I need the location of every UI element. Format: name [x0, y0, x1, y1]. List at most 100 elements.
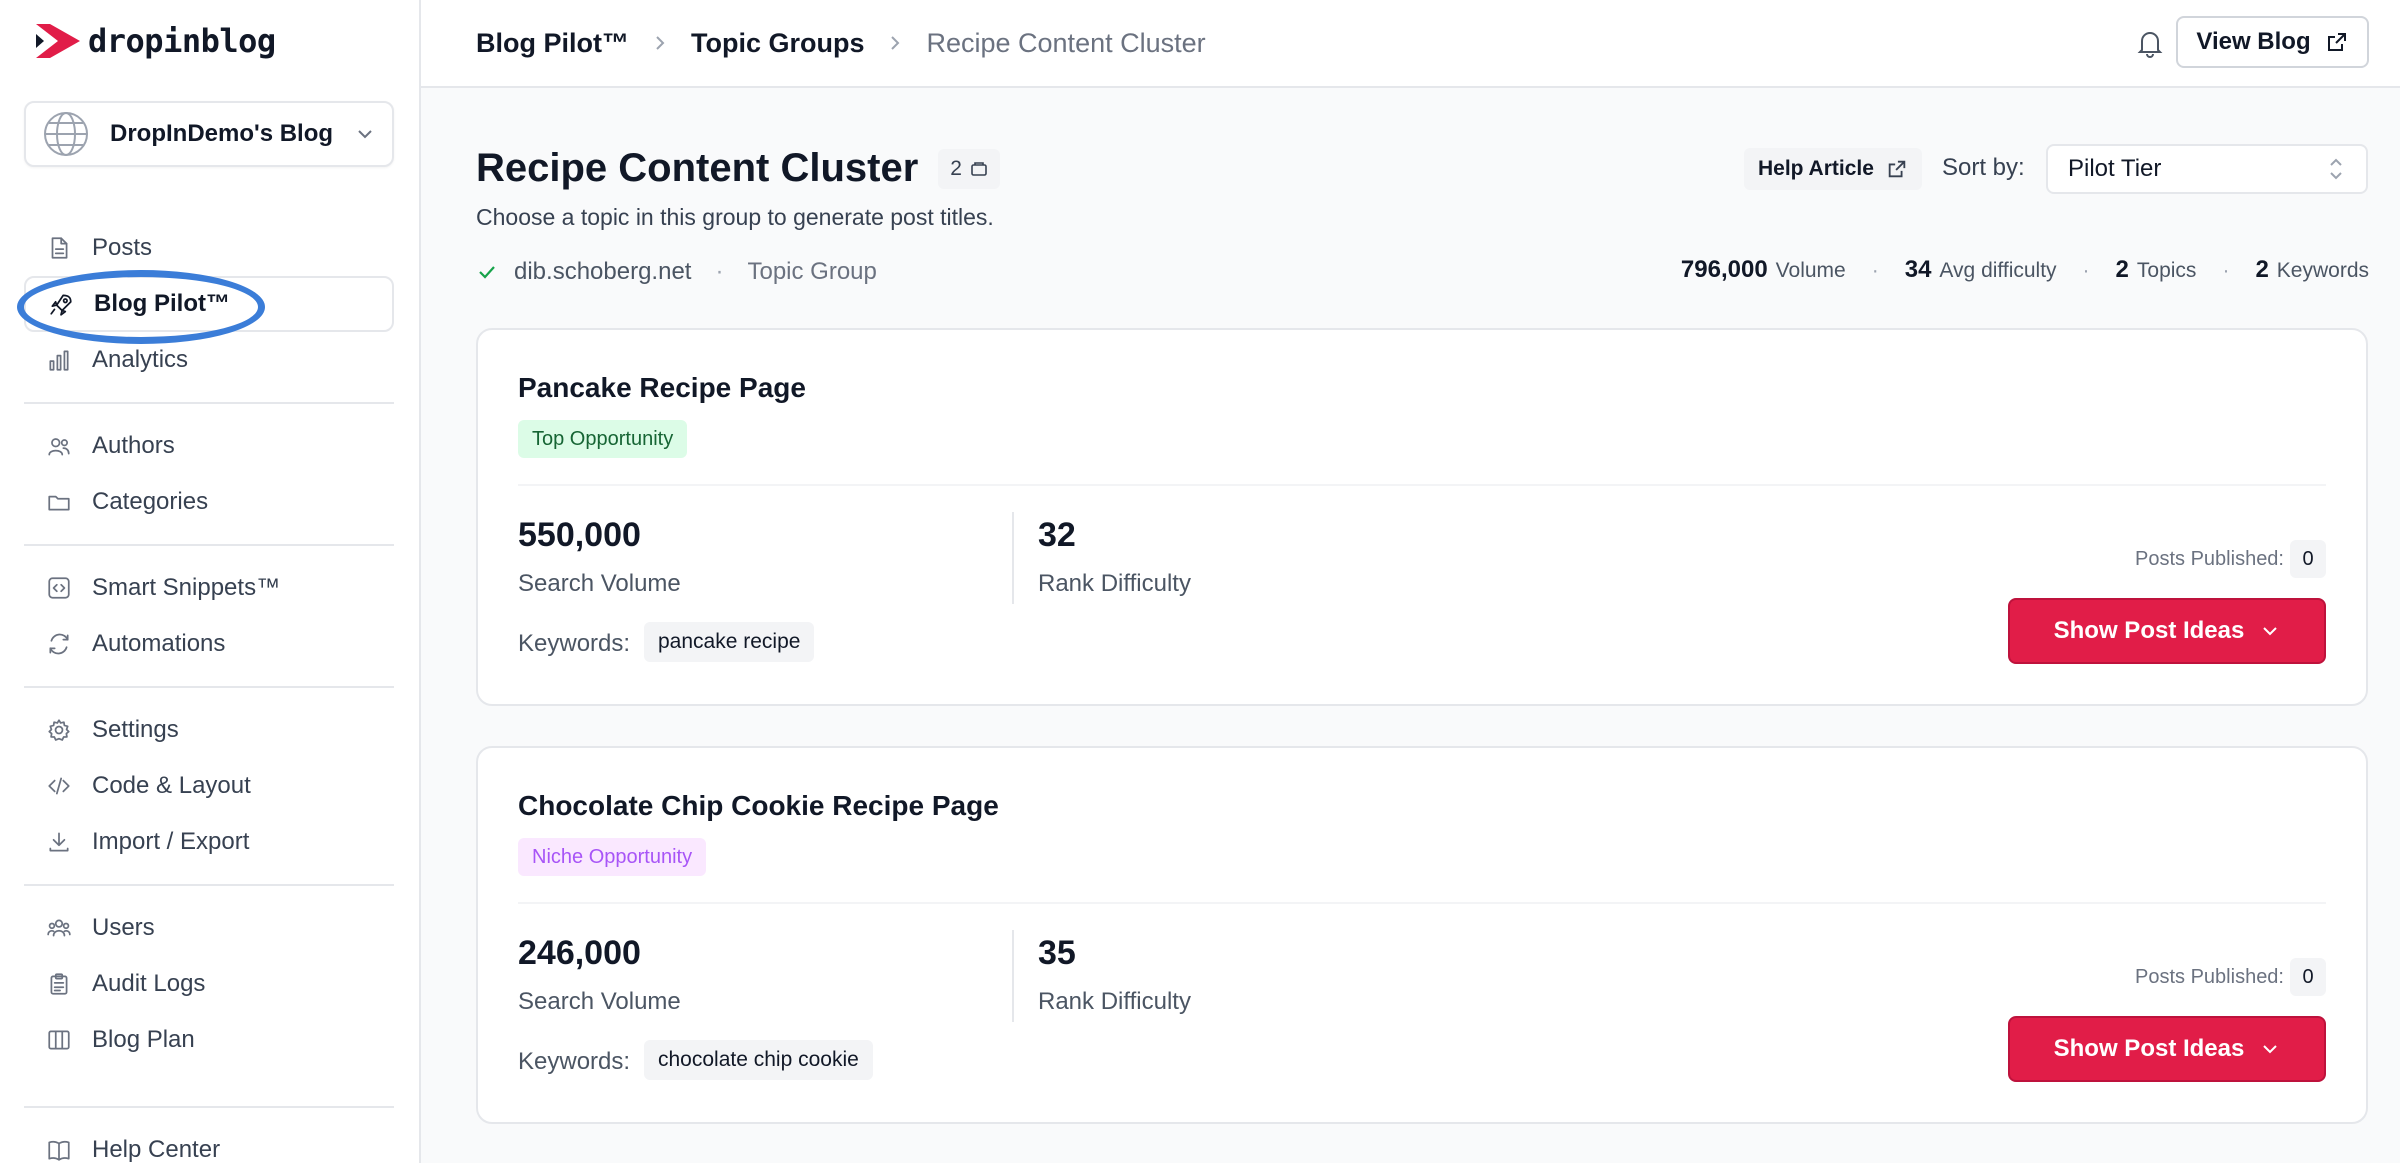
logo[interactable]: dropinblog	[36, 22, 276, 60]
show-post-ideas-button[interactable]: Show Post Ideas	[2008, 1016, 2326, 1082]
bar-chart-icon	[46, 347, 72, 373]
sidebar-divider	[24, 686, 394, 688]
sidebar-item-smart-snippets[interactable]: Smart Snippets™	[24, 560, 394, 616]
document-icon	[46, 235, 72, 261]
breadcrumb-blog-pilot[interactable]: Blog Pilot™	[476, 28, 629, 59]
globe-icon	[44, 112, 88, 156]
posts-published-label: Posts Published:	[2135, 547, 2284, 570]
sidebar-divider	[24, 402, 394, 404]
sidebar-item-users[interactable]: Users	[24, 900, 394, 956]
code-icon	[46, 773, 72, 799]
sidebar-item-posts[interactable]: Posts	[24, 220, 394, 276]
separator-dot: ·	[715, 258, 724, 285]
chevron-down-icon	[358, 130, 372, 139]
sidebar-item-label: Code & Layout	[92, 772, 251, 799]
rank-difficulty-label: Rank Difficulty	[1038, 570, 1191, 597]
sort-label: Sort by:	[1942, 154, 2025, 181]
folder-icon	[46, 489, 72, 515]
separator-dot: ·	[2082, 259, 2090, 282]
card-divider	[518, 902, 2326, 904]
group-stats: 796,000 Volume · 34 Avg difficulty · 2 T…	[1681, 256, 2369, 284]
check-icon	[479, 266, 495, 279]
users-icon	[46, 433, 72, 459]
rank-difficulty-value: 35	[1038, 934, 1076, 972]
posts-published-count: 0	[2290, 958, 2326, 996]
bell-icon[interactable]	[2133, 26, 2167, 60]
breadcrumb-current: Recipe Content Cluster	[926, 27, 1206, 58]
logo-text: dropinblog	[88, 22, 276, 60]
stat-topics-label: Topics	[2136, 259, 2197, 282]
topic-title[interactable]: Pancake Recipe Page	[518, 372, 806, 404]
group-type-label: Topic Group	[747, 258, 877, 285]
sidebar-nav: Posts Blog Pilot™ Analytics Authors Categori…	[24, 220, 394, 1163]
sort-select[interactable]: Pilot Tier	[2046, 144, 2368, 194]
stat-keywords-label: Keywords	[2276, 259, 2369, 282]
keyword-chip: pancake recipe	[644, 622, 815, 662]
code-square-icon	[46, 575, 72, 601]
page-subtitle: Choose a topic in this group to generate…	[476, 204, 994, 230]
blog-selector[interactable]: DropInDemo's Blog	[24, 101, 394, 167]
topic-title[interactable]: Chocolate Chip Cookie Recipe Page	[518, 790, 999, 822]
sidebar-item-categories[interactable]: Categories	[24, 474, 394, 530]
chevron-down-icon	[2263, 1045, 2278, 1054]
sidebar-item-label: Users	[92, 914, 155, 941]
sidebar-item-label: Help Center	[92, 1136, 221, 1163]
sidebar-item-settings[interactable]: Settings	[24, 702, 394, 758]
sidebar-item-authors[interactable]: Authors	[24, 418, 394, 474]
sidebar-divider	[24, 544, 394, 546]
separator-dot: ·	[2222, 259, 2230, 282]
search-volume-value: 550,000	[518, 516, 641, 554]
keyword-chip: chocolate chip cookie	[644, 1040, 873, 1080]
view-blog-label: View Blog	[2196, 28, 2311, 55]
metric-divider	[1012, 930, 1014, 1022]
book-icon	[46, 1137, 72, 1163]
keywords-label: Keywords:	[518, 630, 631, 657]
sidebar-item-label: Categories	[92, 488, 209, 515]
show-post-ideas-label: Show Post Ideas	[2053, 1035, 2245, 1062]
chevron-down-icon	[2263, 627, 2278, 636]
rocket-icon	[48, 291, 74, 317]
view-blog-button[interactable]: View Blog	[2176, 16, 2369, 68]
sidebar-item-blog-pilot[interactable]: Blog Pilot™	[24, 276, 394, 332]
sidebar-item-blog-plan[interactable]: Blog Plan	[24, 1012, 394, 1068]
separator-dot: ·	[1871, 259, 1879, 282]
posts-published: Posts Published: 0	[2135, 958, 2326, 996]
sidebar: dropinblog DropInDemo's Blog Posts Blog P…	[0, 0, 421, 1163]
help-article-button[interactable]: Help Article	[1744, 148, 1922, 190]
breadcrumb-topic-groups[interactable]: Topic Groups	[691, 28, 865, 59]
sidebar-item-automations[interactable]: Automations	[24, 616, 394, 672]
gear-icon	[46, 717, 72, 743]
topic-count: 2	[950, 156, 962, 180]
metric-divider	[1012, 512, 1014, 604]
show-post-ideas-label: Show Post Ideas	[2053, 617, 2245, 644]
meta-row: dib.schoberg.net · Topic Group	[476, 258, 877, 286]
sidebar-item-help-center[interactable]: Help Center	[24, 1122, 394, 1163]
sidebar-item-label: Audit Logs	[92, 970, 206, 997]
sidebar-item-code-layout[interactable]: Code & Layout	[24, 758, 394, 814]
sidebar-item-audit-logs[interactable]: Audit Logs	[24, 956, 394, 1012]
sidebar-item-label: Import / Export	[92, 828, 250, 855]
search-volume-value: 246,000	[518, 934, 641, 972]
logo-mark-icon	[36, 24, 80, 58]
title-row: Recipe Content Cluster 2	[476, 146, 1000, 191]
stat-difficulty-label: Avg difficulty	[1939, 259, 2057, 282]
chevron-right-icon	[891, 36, 900, 50]
clipboard-icon	[46, 971, 72, 997]
sidebar-item-analytics[interactable]: Analytics	[24, 332, 394, 388]
sidebar-item-import-export[interactable]: Import / Export	[24, 814, 394, 870]
stat-volume-label: Volume	[1775, 259, 1846, 282]
posts-published-label: Posts Published:	[2135, 965, 2284, 988]
refresh-icon	[46, 631, 72, 657]
sidebar-item-label: Smart Snippets™	[92, 574, 281, 601]
opportunity-tag: Niche Opportunity	[518, 838, 707, 876]
user-group-icon	[46, 915, 72, 941]
topic-count-badge: 2	[938, 148, 1000, 189]
blog-selector-name: DropInDemo's Blog	[110, 120, 334, 147]
top-header: Blog Pilot™ Topic Groups Recipe Content …	[421, 0, 2400, 88]
sidebar-item-label: Settings	[92, 716, 179, 743]
keywords-label: Keywords:	[518, 1048, 631, 1075]
show-post-ideas-button[interactable]: Show Post Ideas	[2008, 598, 2326, 664]
stat-volume: 796,000	[1680, 256, 1768, 283]
sidebar-item-label: Automations	[92, 630, 226, 657]
